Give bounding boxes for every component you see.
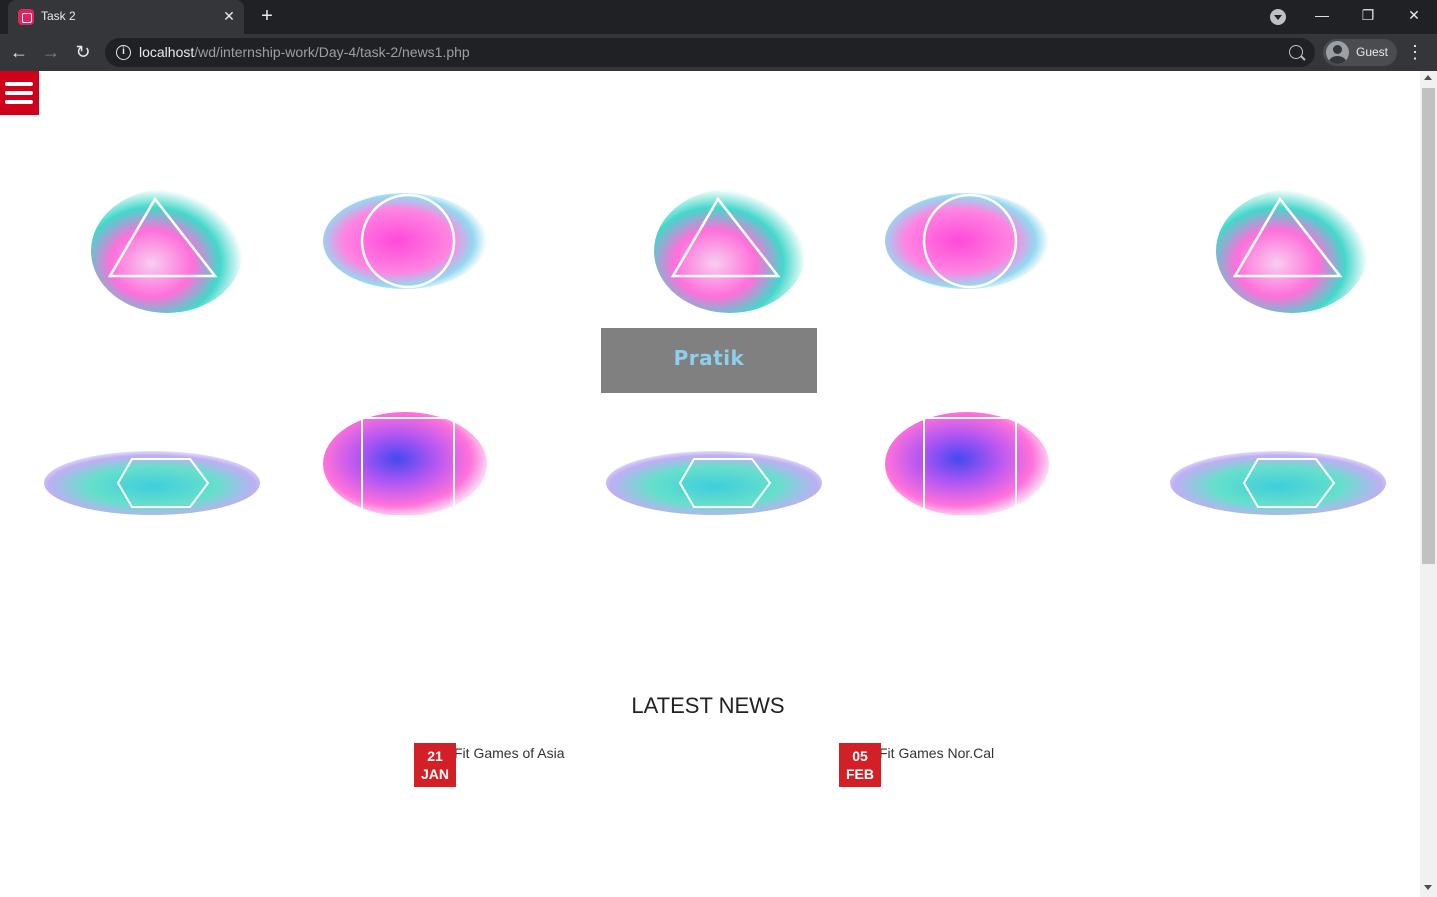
date-badge: 05 FEB [839,743,881,787]
splash-triangle-image [654,189,806,313]
back-button[interactable]: ← [8,41,30,63]
reload-button[interactable]: ↻ [72,41,94,63]
date-day: 05 [852,748,868,764]
latest-news-heading: LATEST NEWS [631,693,785,718]
menu-toggle-button[interactable] [0,71,39,115]
zoom-icon[interactable] [1289,45,1303,59]
hamburger-icon-bar [5,91,33,95]
tab-search-icon[interactable] [1270,9,1286,25]
tab-favicon-icon [18,9,34,25]
splash-triangle-image [1216,189,1368,313]
splash-circle-image [323,193,487,289]
brand-box[interactable]: Pratik [601,328,817,393]
date-day: 21 [427,748,443,764]
splash-hexagon-image [606,451,822,515]
browser-tab[interactable]: Task 2 ✕ [8,0,244,34]
tab-close-button[interactable]: ✕ [220,7,238,25]
brand-label: Pratik [673,346,745,370]
browser-menu-button[interactable]: ⋮ [1405,41,1425,63]
scroll-thumb[interactable] [1422,88,1435,564]
splash-hexagon-image [44,451,260,515]
close-window-button[interactable]: ✕ [1402,4,1426,26]
news-item[interactable]: ssFit Games Nor.Cal 05 FEB [839,743,1039,787]
site-info-icon[interactable]: i [116,45,131,60]
profile-button[interactable]: Guest [1323,39,1397,66]
url-text[interactable]: localhost/wd/internship-work/Day-4/task-… [139,44,470,60]
url-host: localhost [139,44,195,60]
hamburger-icon [5,82,33,86]
date-month: JAN [420,766,449,782]
page-scrollbar[interactable] [1420,71,1437,897]
news-item-title[interactable]: ssFit Games Nor.Cal [865,745,994,761]
splash-hexagon-image [1170,451,1386,515]
browser-tab-strip: Task 2 ✕ + — ❐ ✕ [0,0,1437,34]
forward-button[interactable]: → [40,41,62,63]
scroll-down-arrow-icon[interactable] [1424,885,1432,890]
hamburger-icon-bar [5,100,33,104]
address-bar[interactable]: i localhost/wd/internship-work/Day-4/tas… [105,38,1315,67]
restore-button[interactable]: ❐ [1356,4,1380,26]
browser-toolbar: ← → ↻ i localhost/wd/internship-work/Day… [0,34,1437,71]
splash-circle-image [885,193,1049,289]
splash-square-image [885,412,1049,517]
date-badge: 21 JAN [414,743,456,787]
news-item-title[interactable]: ssFit Games of Asia [440,745,564,761]
url-path: /wd/internship-work/Day-4/task-2/news1.p… [194,44,470,60]
date-month: FEB [846,766,874,782]
splash-square-image [323,412,487,517]
news-item[interactable]: ssFit Games of Asia 21 JAN [414,743,614,787]
minimize-button[interactable]: — [1310,4,1334,26]
avatar-icon [1326,41,1349,64]
splash-triangle-image [91,189,243,313]
page-viewport: Pratik LATEST NEWS ssFit Games of Asia 2… [0,71,1420,897]
scroll-up-arrow-icon[interactable] [1424,75,1432,80]
tab-title: Task 2 [41,9,76,23]
new-tab-button[interactable]: + [256,5,278,27]
profile-label: Guest [1356,45,1389,59]
